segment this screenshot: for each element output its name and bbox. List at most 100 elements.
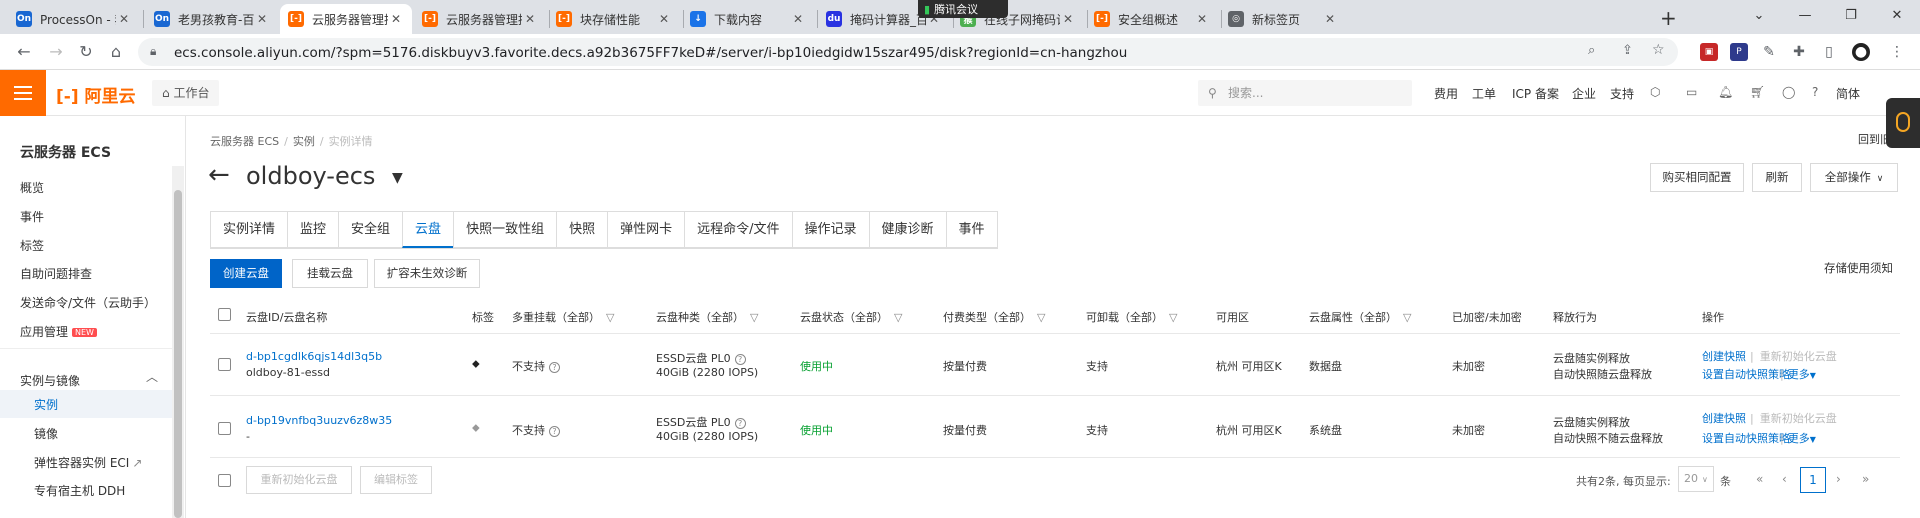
hamburger-menu-icon[interactable] xyxy=(0,70,46,116)
share-icon[interactable]: ⇪ xyxy=(1622,43,1633,58)
tab-7[interactable]: 远程命令/文件 xyxy=(684,211,792,248)
buy-same-config-button[interactable]: 购买相同配置 xyxy=(1650,163,1744,192)
tab-close-icon[interactable]: ✕ xyxy=(522,12,538,26)
expand-diagnose-button[interactable]: 扩容未生效诊断 xyxy=(374,259,480,288)
tab-4[interactable]: 快照一致性组 xyxy=(453,211,557,248)
row-checkbox[interactable] xyxy=(218,358,231,371)
create-disk-button[interactable]: 创建云盘 xyxy=(210,259,282,288)
restore-icon[interactable]: ❐ xyxy=(1828,0,1874,30)
header-link-enterprise[interactable]: 企业 xyxy=(1572,85,1596,102)
help-circle-icon[interactable]: ? xyxy=(549,361,560,373)
tab-3[interactable]: 云盘 xyxy=(402,211,454,248)
extension-pen-icon[interactable]: ✎ xyxy=(1760,43,1778,61)
extension-p-icon[interactable]: P xyxy=(1730,43,1748,61)
attach-disk-button[interactable]: 挂载云盘 xyxy=(292,259,368,288)
browser-tab[interactable]: On 老男孩教育-百台✕ xyxy=(146,4,278,34)
next-page-icon[interactable]: › xyxy=(1836,472,1841,486)
sidebar-item-images[interactable]: 镜像 xyxy=(34,425,58,442)
tab-search-icon[interactable]: ⌄ xyxy=(1736,0,1782,30)
zoom-icon[interactable]: ⌕ xyxy=(1588,43,1595,58)
th-multi-attach[interactable]: 多重挂载（全部） ▽ xyxy=(512,309,614,325)
tag-outline-icon[interactable]: ⬥ xyxy=(472,421,480,435)
auto-snapshot-policy-link[interactable]: 设置自动快照策略 xyxy=(1702,430,1790,446)
chevron-up-icon[interactable]: ︿ xyxy=(146,368,158,385)
tab-6[interactable]: 弹性网卡 xyxy=(607,211,685,248)
tab-close-icon[interactable]: ✕ xyxy=(388,12,404,26)
console-search-input[interactable]: ⚲ 搜索... xyxy=(1198,80,1412,106)
browser-tab[interactable]: On ProcessOn - 我的✕ xyxy=(8,4,140,34)
help-circle-icon[interactable]: ? xyxy=(734,417,746,429)
reload-icon[interactable]: ↻ xyxy=(76,42,96,62)
sidebar-group-instances-images[interactable]: 实例与镜像 xyxy=(20,372,80,389)
new-tab-button[interactable]: + xyxy=(1660,6,1677,30)
lang-switch[interactable]: 简体 xyxy=(1836,85,1860,102)
sidebar-item-ddh[interactable]: 专有宿主机 DDH xyxy=(34,482,125,499)
header-link-fee[interactable]: 费用 xyxy=(1434,85,1458,102)
home-icon[interactable]: ⌂ xyxy=(106,42,126,62)
sidebar-item-tags[interactable]: 标签 xyxy=(20,237,44,254)
th-attr[interactable]: 云盘属性（全部） ▽ xyxy=(1309,309,1411,325)
browser-tab[interactable]: ↓ 下载内容 ✕ xyxy=(682,4,814,34)
user-icon[interactable]: ◯ xyxy=(1782,85,1795,99)
tab-close-icon[interactable]: ✕ xyxy=(1322,12,1338,26)
browser-tab[interactable]: ◎ 新标签页 ✕ xyxy=(1220,4,1346,34)
last-page-icon[interactable]: » xyxy=(1862,472,1869,486)
sidebar-item-instances[interactable]: 实例 xyxy=(34,396,58,413)
tab-close-icon[interactable]: ✕ xyxy=(1194,12,1210,26)
row-checkbox[interactable] xyxy=(218,422,231,435)
help-circle-icon[interactable]: ? xyxy=(734,353,746,365)
tab-close-icon[interactable]: ✕ xyxy=(790,12,806,26)
breadcrumb-instances[interactable]: 实例 xyxy=(293,135,315,148)
tab-5[interactable]: 快照 xyxy=(556,211,608,248)
tab-close-icon[interactable]: ✕ xyxy=(254,12,270,26)
address-bar[interactable]: 🔒︎ ecs.console.aliyun.com/?spm=5176.disk… xyxy=(138,38,1678,66)
current-page-button[interactable]: 1 xyxy=(1800,467,1826,493)
sidebar-item-eci[interactable]: 弹性容器实例 ECI ↗ xyxy=(34,454,142,471)
tab-close-icon[interactable]: ✕ xyxy=(656,12,672,26)
sidebar-item-overview[interactable]: 概览 xyxy=(20,179,44,196)
extension-red-icon[interactable]: ▣ xyxy=(1700,43,1718,61)
tab-9[interactable]: 健康诊断 xyxy=(868,211,946,248)
browser-tab[interactable]: [-] 安全组概述 ✕ xyxy=(1086,4,1218,34)
select-all-checkbox[interactable] xyxy=(218,308,231,321)
th-pay-type[interactable]: 付费类型（全部） ▽ xyxy=(943,309,1045,325)
first-page-icon[interactable]: « xyxy=(1756,472,1763,486)
minimize-icon[interactable]: — xyxy=(1782,0,1828,30)
tab-0[interactable]: 实例详情 xyxy=(210,211,288,248)
sidebar-item-events[interactable]: 事件 xyxy=(20,208,44,225)
header-link-ticket[interactable]: 工单 xyxy=(1472,85,1496,102)
breadcrumb-ecs[interactable]: 云服务器 ECS xyxy=(210,135,279,148)
browser-tab[interactable]: [-] 块存储性能 ✕ xyxy=(548,4,680,34)
help-circle-icon[interactable]: ? xyxy=(549,425,560,437)
profile-avatar-icon[interactable]: ● xyxy=(1852,43,1870,61)
sidebar-item-troubleshoot[interactable]: 自助问题排查 xyxy=(20,265,92,282)
bookmark-star-icon[interactable]: ☆ xyxy=(1652,42,1665,58)
page-size-select[interactable]: 20 ∨ xyxy=(1678,466,1714,492)
tab-8[interactable]: 操作记录 xyxy=(791,211,869,248)
th-status[interactable]: 云盘状态（全部） ▽ xyxy=(800,309,902,325)
sidebar-item-app-management[interactable]: 应用管理 NEW xyxy=(20,323,97,340)
auto-snapshot-policy-link[interactable]: 设置自动快照策略 xyxy=(1702,366,1790,382)
tab-1[interactable]: 监控 xyxy=(287,211,339,248)
close-window-icon[interactable]: ✕ xyxy=(1874,0,1920,30)
tag-filled-icon[interactable]: ⬥ xyxy=(472,357,480,371)
floating-mouse-widget[interactable] xyxy=(1886,98,1920,148)
disk-id-link[interactable]: d-bp19vnfbq3uuzv6z8w35 xyxy=(246,414,392,427)
cart-icon[interactable]: 🛒︎ xyxy=(1750,85,1765,99)
reinit-disk-batch-button[interactable]: 重新初始化云盘 xyxy=(246,466,352,494)
all-actions-button[interactable]: 全部操作 ∨ xyxy=(1810,163,1898,192)
prev-page-icon[interactable]: ‹ xyxy=(1782,472,1787,486)
tab-10[interactable]: 事件 xyxy=(945,211,998,248)
tab-close-icon[interactable]: ✕ xyxy=(1060,12,1076,26)
back-arrow-icon[interactable]: ← xyxy=(208,160,230,190)
aliyun-logo[interactable]: [-] 阿里云 xyxy=(56,82,136,107)
more-dropdown[interactable]: | 更多▼ xyxy=(1780,366,1816,382)
meeting-indicator[interactable]: ▮ 腾讯会议 xyxy=(918,0,1008,18)
reinit-disk-link[interactable]: | 重新初始化云盘 xyxy=(1750,348,1837,364)
forward-icon[interactable]: → xyxy=(46,42,66,62)
workbench-button[interactable]: ⌂ 工作台 xyxy=(152,80,220,106)
tab-close-icon[interactable]: ✕ xyxy=(116,12,132,26)
extensions-puzzle-icon[interactable]: ✚ xyxy=(1790,43,1808,61)
browser-tab[interactable]: [-] 云服务器管理控制✕ xyxy=(414,4,546,34)
sidebar-item-send-command[interactable]: 发送命令/文件（云助手） xyxy=(20,294,156,311)
